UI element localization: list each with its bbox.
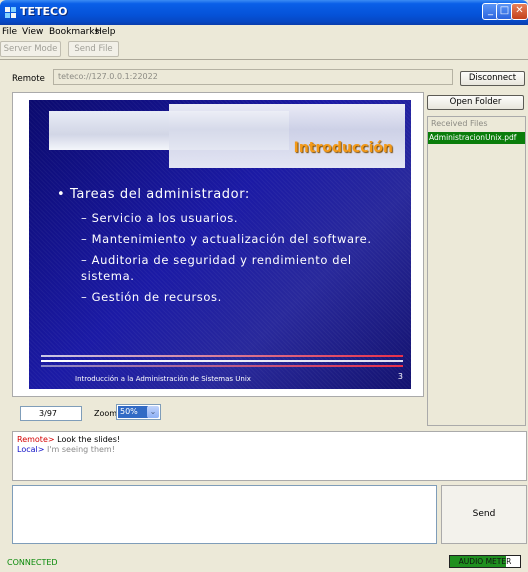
- window-title: TETECO: [20, 5, 68, 18]
- toolbar: Server Mode Send File: [0, 40, 528, 58]
- chat-separator: >: [37, 445, 47, 454]
- open-folder-button[interactable]: Open Folder: [427, 95, 524, 110]
- menu-bar: File View Bookmarks Help: [0, 25, 528, 39]
- slide-body: • Tareas del administrador: – Servicio a…: [57, 187, 397, 310]
- connection-status: CONNECTED: [7, 558, 58, 567]
- slide-title: Introducción: [293, 140, 393, 156]
- chat-text: Look the slides!: [57, 435, 121, 444]
- received-file-item[interactable]: AdministracionUnix.pdf: [428, 132, 525, 144]
- slide-decor-lines: [41, 355, 403, 369]
- audio-meter-label: AUDIO METER: [458, 557, 512, 566]
- chevron-down-icon[interactable]: ⌄: [147, 406, 159, 418]
- audio-meter: AUDIO METER: [449, 555, 521, 568]
- slide-subitem: – Auditoria de seguridad y rendimiento d…: [81, 253, 352, 283]
- menu-help[interactable]: Help: [95, 27, 116, 37]
- slide-footer: Introducción a la Administración de Sist…: [75, 375, 251, 383]
- remote-label: Remote: [12, 74, 45, 84]
- slide-number: 3: [397, 372, 403, 381]
- remote-address-field[interactable]: teteco://127.0.0.1:22022: [53, 69, 453, 85]
- slide-subitem: – Gestión de recursos.: [81, 290, 222, 304]
- page-number-field[interactable]: 3/97: [20, 406, 82, 421]
- close-icon: ✕: [515, 5, 524, 16]
- send-file-button[interactable]: Send File: [68, 41, 119, 57]
- menu-bookmarks[interactable]: Bookmarks: [49, 27, 99, 37]
- slide-bullet: • Tareas del administrador:: [57, 187, 250, 202]
- slide-subitem: – Mantenimiento y actualización del soft…: [81, 232, 372, 246]
- chat-separator: >: [47, 435, 58, 444]
- message-input[interactable]: [12, 485, 437, 544]
- chat-sender-local: Local: [17, 445, 38, 454]
- zoom-value: 50%: [118, 406, 148, 418]
- slide-decor-line: [41, 355, 403, 357]
- toolbar-divider: [0, 59, 528, 60]
- close-button[interactable]: ✕: [511, 3, 528, 20]
- disconnect-button[interactable]: Disconnect: [460, 71, 525, 86]
- menu-view[interactable]: View: [22, 27, 43, 37]
- received-files-panel: Received Files AdministracionUnix.pdf: [427, 116, 526, 426]
- teteco-app-icon: [5, 7, 16, 18]
- chat-message: Remote> Look the slides!: [17, 435, 522, 445]
- chat-sender-remote: Remote: [17, 435, 48, 444]
- chat-message: Local> I'm seeing them!: [17, 445, 522, 455]
- slide-decor-line: [41, 360, 403, 362]
- maximize-icon: □: [499, 5, 510, 16]
- slide-title-panel: [169, 104, 405, 168]
- chat-log: Remote> Look the slides! Local> I'm seei…: [12, 431, 527, 481]
- send-button[interactable]: Send: [441, 485, 527, 544]
- minimize-icon: _: [488, 5, 493, 16]
- received-files-header: Received Files: [431, 119, 488, 128]
- slide-decor-line: [41, 365, 403, 367]
- server-mode-button[interactable]: Server Mode: [0, 41, 61, 57]
- menu-file[interactable]: File: [2, 27, 17, 37]
- title-bar: TETECO _ □ ✕: [0, 0, 528, 25]
- chat-text: I'm seeing them!: [46, 445, 115, 454]
- slide-subitem: – Servicio a los usuarios.: [81, 211, 239, 225]
- zoom-select[interactable]: 50% ⌄: [116, 404, 161, 420]
- slide-page: Introducción • Tareas del administrador:…: [29, 100, 411, 389]
